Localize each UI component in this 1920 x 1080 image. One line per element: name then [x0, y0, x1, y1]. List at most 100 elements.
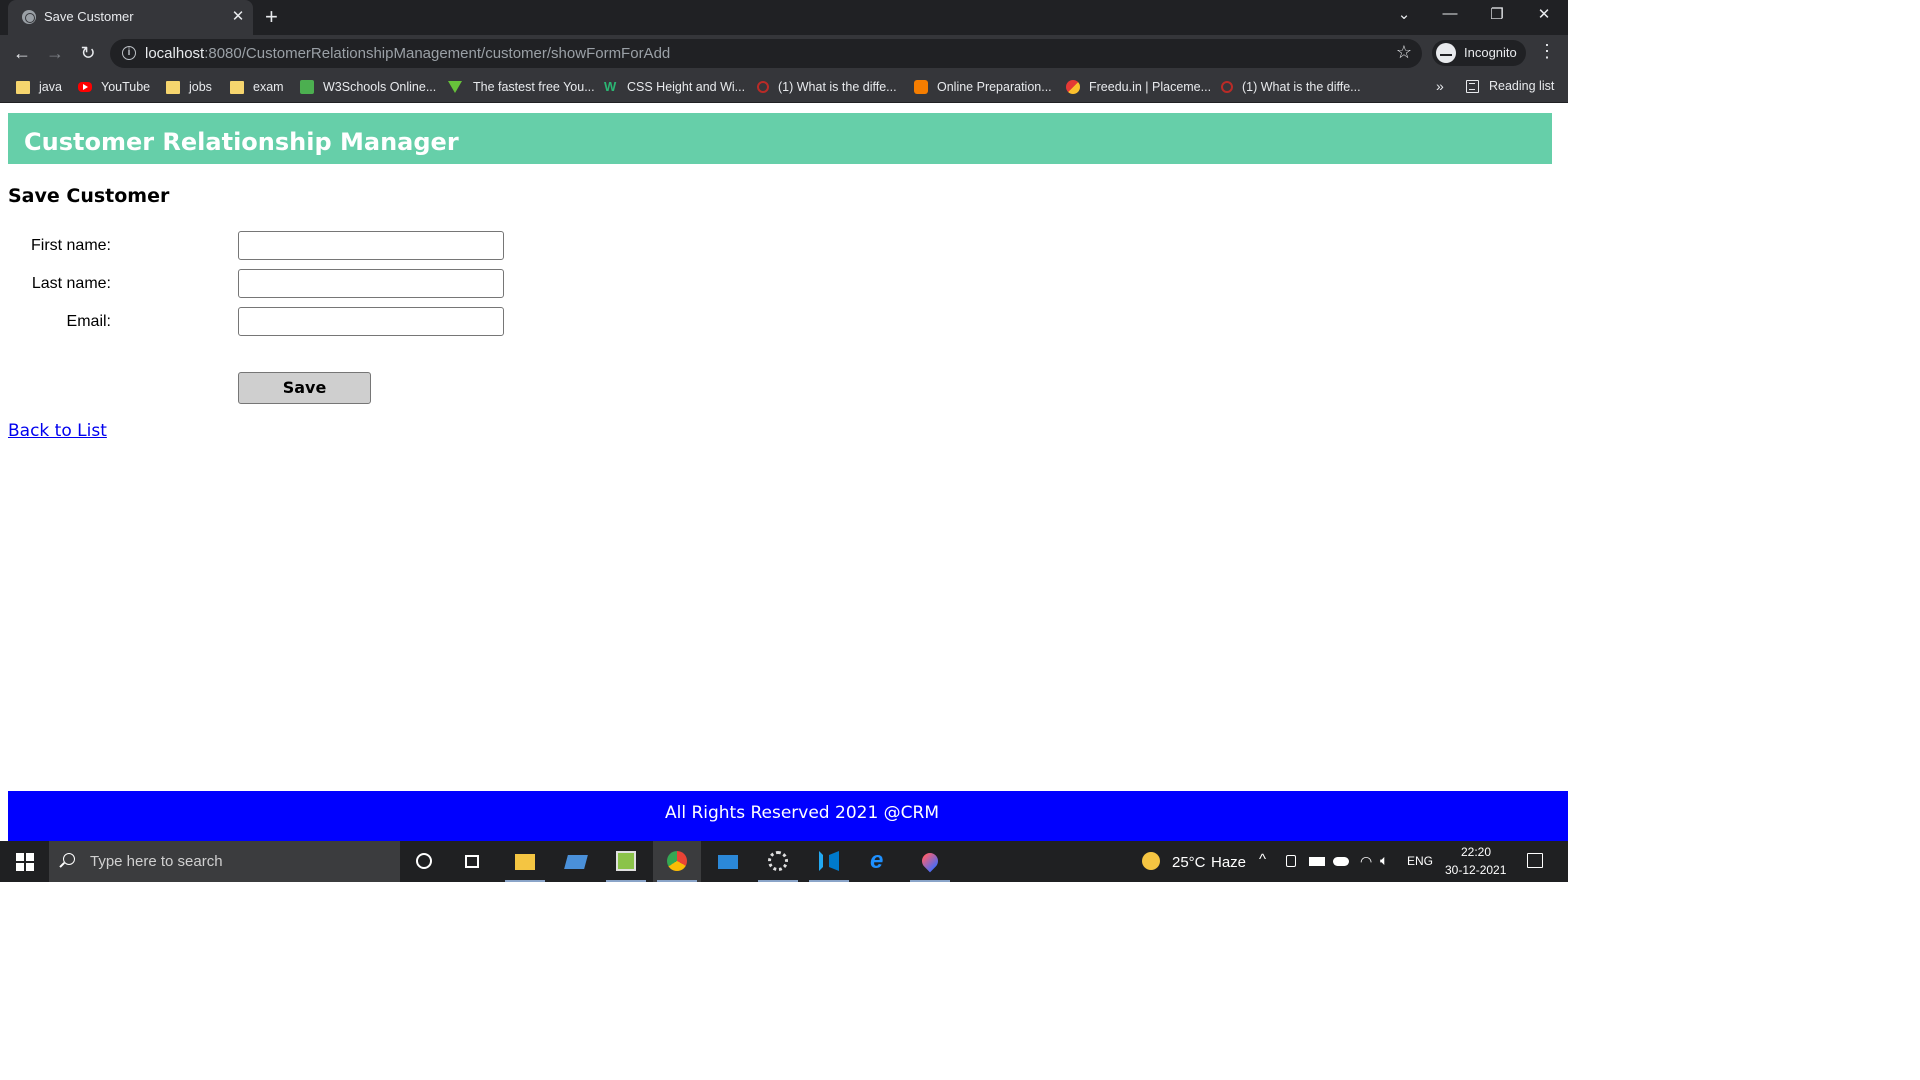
- folder-icon: [230, 80, 244, 94]
- site-info-icon[interactable]: i: [122, 46, 136, 60]
- browser-toolbar: ← → ↻ i localhost:8080/CustomerRelations…: [0, 35, 1568, 71]
- vscode-icon: [819, 851, 839, 871]
- task-view-icon: [465, 855, 479, 868]
- bookmark-fastest-free[interactable]: The fastest free You...: [448, 79, 595, 95]
- email-input[interactable]: [238, 307, 504, 336]
- internet-explorer-icon: e: [870, 847, 884, 874]
- mail-button[interactable]: [704, 841, 752, 882]
- quora-icon: [757, 81, 769, 93]
- download-arrow-icon: [448, 81, 462, 93]
- bookmark-label: YouTube: [101, 80, 151, 94]
- bookmark-label: (1) What is the diffe...: [1242, 80, 1361, 94]
- onedrive-cloud-icon[interactable]: [1333, 857, 1349, 866]
- bookmark-css-height[interactable]: W CSS Height and Wi...: [604, 79, 745, 95]
- save-button[interactable]: Save: [238, 372, 371, 404]
- reading-list-label: Reading list: [1489, 79, 1555, 93]
- app-window-icon: [564, 855, 588, 869]
- forward-arrow-icon[interactable]: →: [43, 41, 67, 65]
- first-name-input[interactable]: [238, 231, 504, 260]
- footer-text: All Rights Reserved 2021 @CRM: [664, 803, 940, 823]
- bookmark-java[interactable]: java: [16, 79, 62, 95]
- weather-temp[interactable]: 25°C: [1172, 854, 1206, 871]
- vscode-button[interactable]: [805, 841, 853, 882]
- quora-icon: [1221, 81, 1233, 93]
- weather-desc[interactable]: Haze: [1211, 854, 1246, 871]
- bookmark-youtube[interactable]: YouTube: [78, 79, 150, 95]
- bookmark-online-prep[interactable]: Online Preparation...: [914, 79, 1052, 95]
- file-explorer-button[interactable]: [501, 841, 549, 882]
- settings-app-button[interactable]: [754, 841, 802, 882]
- search-placeholder: Type here to search: [90, 853, 223, 870]
- notification-center-icon[interactable]: [1527, 853, 1543, 868]
- back-arrow-icon[interactable]: ←: [10, 41, 34, 65]
- bookmark-star-icon[interactable]: ☆: [1396, 42, 1412, 63]
- bookmark-quora-1[interactable]: (1) What is the diffe...: [757, 79, 897, 95]
- search-icon: [63, 853, 75, 865]
- weather-moon-icon[interactable]: [1142, 852, 1160, 870]
- reload-icon[interactable]: ↻: [76, 41, 100, 65]
- bookmark-w3schools[interactable]: W3Schools Online...: [300, 79, 436, 95]
- gear-icon: [768, 851, 788, 871]
- tab-title: Save Customer: [44, 9, 134, 24]
- freedu-icon: [1066, 80, 1080, 94]
- reading-list-button[interactable]: Reading list: [1466, 79, 1554, 93]
- app-title: Customer Relationship Manager: [24, 128, 459, 156]
- meet-now-icon[interactable]: [1286, 855, 1296, 867]
- back-to-list-link[interactable]: Back to List: [8, 421, 107, 441]
- blogger-icon: [914, 80, 928, 94]
- wifi-icon[interactable]: ◠: [1360, 853, 1372, 870]
- cortana-button[interactable]: [400, 841, 448, 882]
- bookmark-exam[interactable]: exam: [230, 79, 284, 95]
- paint-app-button[interactable]: [906, 841, 954, 882]
- cortana-icon: [416, 853, 432, 869]
- bookmark-quora-2[interactable]: (1) What is the diffe...: [1221, 79, 1361, 95]
- youtube-icon: [78, 82, 92, 92]
- app-button-3[interactable]: [602, 841, 650, 882]
- folder-icon: [16, 80, 30, 94]
- page-header: Customer Relationship Manager: [8, 113, 1552, 164]
- volume-icon[interactable]: 🔈︎: [1380, 852, 1388, 869]
- language-indicator[interactable]: ENG: [1407, 854, 1433, 868]
- tab-search-icon[interactable]: ⌄: [1389, 5, 1419, 23]
- page-footer: All Rights Reserved 2021 @CRM: [8, 791, 1568, 841]
- windows-start-icon[interactable]: [16, 853, 34, 871]
- browser-tab-active[interactable]: Save Customer ✕: [8, 0, 253, 35]
- bookmark-label: exam: [253, 80, 284, 94]
- last-name-input[interactable]: [238, 269, 504, 298]
- show-hidden-icons-chevron-icon[interactable]: ^: [1259, 851, 1266, 868]
- close-window-button[interactable]: ✕: [1529, 5, 1559, 23]
- clock-time[interactable]: 22:20: [1461, 845, 1491, 859]
- chrome-taskbar-button[interactable]: [653, 841, 701, 882]
- app-button-2[interactable]: [552, 841, 600, 882]
- new-tab-button[interactable]: +: [265, 4, 278, 30]
- battery-icon[interactable]: [1309, 857, 1325, 866]
- photo-editor-icon: [616, 851, 636, 871]
- url-text[interactable]: localhost:8080/CustomerRelationshipManag…: [145, 45, 670, 62]
- bookmark-label: jobs: [189, 80, 212, 94]
- bookmark-label: Online Preparation...: [937, 80, 1052, 94]
- incognito-icon: [1436, 43, 1456, 63]
- first-name-label: First name:: [30, 237, 111, 254]
- folder-icon: [166, 80, 180, 94]
- bookmark-jobs[interactable]: jobs: [166, 79, 212, 95]
- mail-icon: [718, 855, 738, 869]
- bookmark-label: CSS Height and Wi...: [627, 80, 746, 94]
- incognito-profile-button[interactable]: Incognito: [1432, 40, 1526, 66]
- bookmarks-bar: java YouTube jobs exam W3Schools Online.…: [0, 71, 1568, 103]
- more-bookmarks-chevron-icon[interactable]: »: [1436, 78, 1444, 94]
- address-bar[interactable]: i localhost:8080/CustomerRelationshipMan…: [110, 39, 1422, 68]
- taskbar-search-box[interactable]: Type here to search: [49, 841, 400, 882]
- task-view-button[interactable]: [449, 841, 497, 882]
- minimize-button[interactable]: —: [1435, 5, 1465, 22]
- url-path: :8080/CustomerRelationshipManagement/cus…: [204, 45, 671, 62]
- windows-taskbar: Type here to search e 25°C Haze ^ ◠ 🔈︎ E…: [0, 841, 1568, 882]
- tab-close-icon[interactable]: ✕: [230, 7, 246, 25]
- bookmark-label: (1) What is the diffe...: [778, 80, 897, 94]
- browser-menu-icon[interactable]: ⋮: [1538, 41, 1556, 62]
- clock-date[interactable]: 30-12-2021: [1445, 863, 1506, 877]
- bookmark-freedu[interactable]: Freedu.in | Placeme...: [1066, 79, 1211, 95]
- edge-legacy-button[interactable]: e: [856, 841, 904, 882]
- form-title: Save Customer: [8, 185, 170, 207]
- globe-icon: [22, 10, 36, 24]
- restore-button[interactable]: ❐: [1482, 5, 1512, 23]
